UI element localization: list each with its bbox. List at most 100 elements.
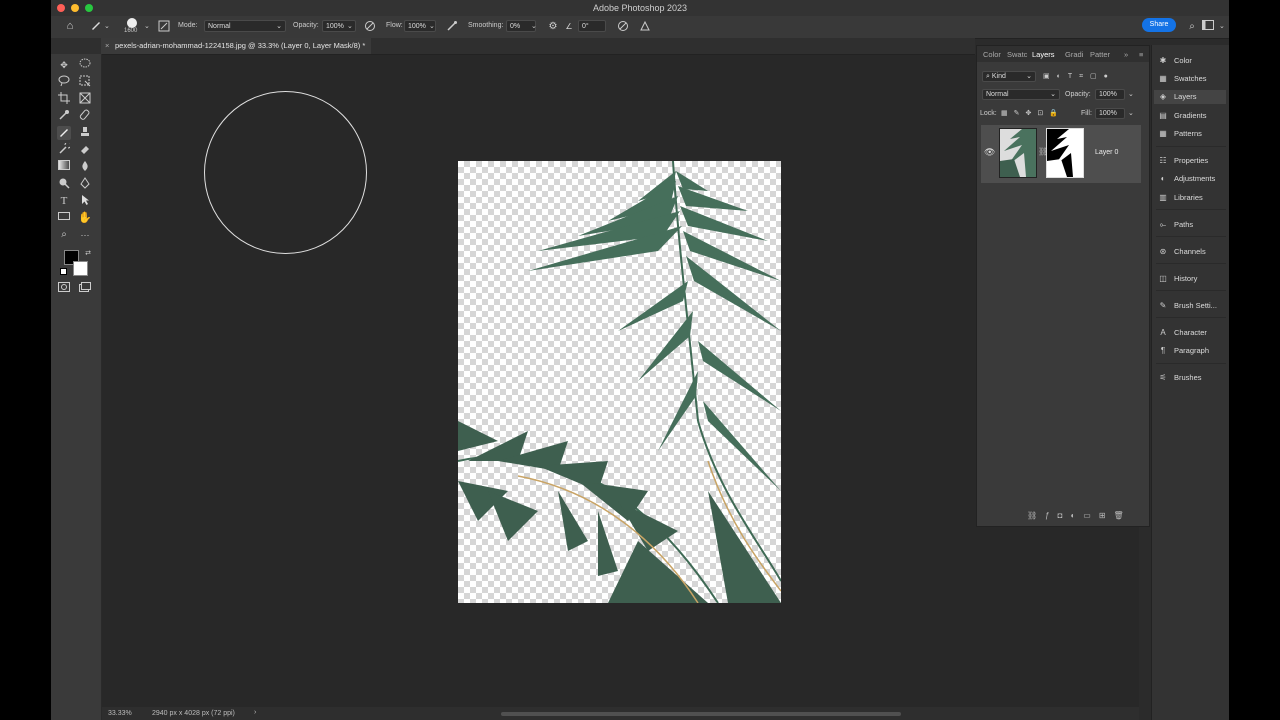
symmetry-icon[interactable] xyxy=(638,20,652,34)
gear-icon[interactable]: ⚙ xyxy=(546,20,560,34)
dodge-tool-icon[interactable] xyxy=(57,177,71,191)
dock-item-paths[interactable]: ⟜ Paths xyxy=(1158,218,1193,232)
character-icon: A xyxy=(1160,328,1166,337)
pressure-size-icon[interactable] xyxy=(616,20,630,34)
document-tab[interactable]: × pexels-adrian-mohammad-1224158.jpg @ 3… xyxy=(101,38,372,54)
history-icon: ◫ xyxy=(1159,274,1167,283)
chevron-down-icon[interactable]: ⌄ xyxy=(347,22,353,30)
angle-field[interactable]: 0° xyxy=(578,20,606,32)
chevron-down-icon[interactable]: ⌄ xyxy=(104,22,110,30)
app-title: Adobe Photoshop 2023 xyxy=(592,3,688,13)
default-colors-icon[interactable] xyxy=(60,268,67,275)
object-selection-tool-icon[interactable] xyxy=(78,75,92,89)
paragraph-icon: ¶ xyxy=(1160,346,1166,355)
panel-menu-icon[interactable]: ≡ xyxy=(1139,50,1143,59)
libraries-icon: ▥ xyxy=(1159,193,1167,202)
chevron-down-icon[interactable]: ⌄ xyxy=(144,22,150,30)
dock-item-properties[interactable]: ☷ Properties xyxy=(1158,154,1208,168)
document-canvas[interactable] xyxy=(458,161,781,603)
share-button[interactable]: Share xyxy=(1142,18,1176,32)
tab-patterns[interactable]: Patter xyxy=(1090,50,1110,59)
lasso-tool-icon[interactable] xyxy=(57,75,71,89)
fill-value: 100% xyxy=(1099,110,1117,117)
layer-row[interactable]: 👁 ⛓ Layer 0 xyxy=(981,125,1141,183)
dock-item-brush-settings[interactable]: ✎ Brush Setti... xyxy=(1158,299,1217,313)
pen-tool-icon[interactable] xyxy=(78,177,92,191)
dock-item-libraries[interactable]: ▥ Libraries xyxy=(1158,191,1203,205)
clone-stamp-tool-icon[interactable] xyxy=(78,126,92,140)
marquee-tool-icon[interactable] xyxy=(78,58,92,72)
tab-layers[interactable]: Layers xyxy=(1032,50,1055,59)
history-brush-tool-icon[interactable] xyxy=(57,141,72,157)
brush-preview-icon[interactable] xyxy=(127,18,137,28)
dock-item-patterns[interactable]: ▦ Patterns xyxy=(1158,127,1202,141)
blend-mode-select[interactable]: Normal ⌄ xyxy=(982,89,1060,100)
crop-tool-icon[interactable] xyxy=(57,92,71,106)
quick-mask-icon[interactable] xyxy=(57,282,71,296)
eyedropper-tool-icon[interactable] xyxy=(57,109,71,123)
dock-item-adjustments[interactable]: ◐ Adjustments xyxy=(1158,172,1216,186)
gradient-tool-icon[interactable] xyxy=(57,160,71,174)
dock-item-gradients[interactable]: ▤ Gradients xyxy=(1158,109,1206,123)
layer-thumbnail[interactable] xyxy=(999,128,1037,178)
chevron-down-icon[interactable]: ⌄ xyxy=(1128,109,1134,117)
search-icon[interactable]: ⌕ xyxy=(1185,20,1199,34)
dock-item-color[interactable]: ✱ Color xyxy=(1158,54,1192,68)
chevron-down-icon[interactable]: ⌄ xyxy=(531,22,537,30)
airbrush-icon[interactable] xyxy=(445,20,459,34)
type-tool-icon[interactable]: T xyxy=(57,194,71,208)
tab-color[interactable]: Color xyxy=(983,50,1001,59)
dock-item-character[interactable]: A Character xyxy=(1158,326,1207,340)
dock-item-brushes[interactable]: ⚟ Brushes xyxy=(1158,371,1201,385)
filter-kind-select[interactable]: ⌕ Kind ⌄ xyxy=(982,71,1036,82)
mode-select[interactable]: Normal ⌄ xyxy=(204,20,286,32)
zoom-tool-icon[interactable]: ⌕ xyxy=(57,228,71,242)
brush-tool-preset-icon[interactable] xyxy=(89,19,103,33)
dock-item-channels[interactable]: ⊛ Channels xyxy=(1158,245,1206,259)
home-icon[interactable]: ⌂ xyxy=(63,19,77,33)
lock-icons[interactable]: ▦✎✥⊡🔒 xyxy=(1001,109,1064,117)
hand-tool-icon[interactable]: ✋ xyxy=(78,211,92,225)
title-bar: Adobe Photoshop 2023 xyxy=(51,0,1229,17)
tab-gradients[interactable]: Gradi xyxy=(1065,50,1083,59)
chevron-right-icon[interactable]: › xyxy=(254,709,256,716)
horizontal-scrollbar[interactable] xyxy=(501,712,901,716)
chevron-down-icon[interactable]: ⌄ xyxy=(429,22,435,30)
zoom-level[interactable]: 33.33% xyxy=(108,710,132,717)
background-color-swatch[interactable] xyxy=(73,261,88,276)
layer-mask-thumbnail[interactable] xyxy=(1046,128,1084,178)
brush-tool-icon[interactable] xyxy=(57,126,71,140)
mode-value: Normal xyxy=(208,23,231,30)
frame-tool-icon[interactable] xyxy=(78,92,92,106)
screen-mode-icon[interactable] xyxy=(78,282,92,296)
filter-icons[interactable]: ▣◐T⌗▢● xyxy=(1043,72,1115,81)
path-selection-tool-icon[interactable] xyxy=(78,194,92,208)
layer-opacity-field[interactable]: 100% xyxy=(1095,89,1125,100)
double-chevron-right-icon[interactable]: » xyxy=(1124,50,1128,59)
move-tool-icon[interactable]: ✥ xyxy=(57,58,71,72)
chevron-down-icon[interactable]: ⌄ xyxy=(1128,90,1134,98)
close-icon[interactable]: × xyxy=(105,38,109,54)
smoothing-label: Smoothing: xyxy=(468,22,504,29)
brush-settings-icon[interactable] xyxy=(157,20,171,34)
opacity-label: Opacity: xyxy=(293,22,319,29)
pressure-opacity-icon[interactable] xyxy=(363,20,377,34)
layer-name[interactable]: Layer 0 xyxy=(1095,149,1118,156)
rectangle-tool-icon[interactable] xyxy=(57,211,71,225)
dock-item-history[interactable]: ◫ History xyxy=(1158,272,1197,286)
fill-field[interactable]: 100% xyxy=(1095,108,1125,119)
healing-brush-tool-icon[interactable] xyxy=(78,109,92,123)
blur-tool-icon[interactable] xyxy=(78,160,92,174)
divider xyxy=(1156,263,1226,264)
workspace-icon[interactable] xyxy=(1201,20,1215,34)
eye-icon[interactable]: 👁 xyxy=(984,147,995,158)
eraser-tool-icon[interactable] xyxy=(78,143,92,157)
dock-item-swatches[interactable]: ▦ Swatches xyxy=(1158,72,1206,86)
swap-colors-icon[interactable]: ⇄ xyxy=(81,247,95,261)
tab-swatches[interactable]: Swatc xyxy=(1007,50,1027,59)
dock-item-paragraph[interactable]: ¶ Paragraph xyxy=(1158,344,1209,358)
layer-actions-bar[interactable]: ⛓ƒ◘◐▭⊞🗑 xyxy=(1027,511,1132,520)
chevron-down-icon[interactable]: ⌄ xyxy=(1219,22,1225,30)
dock-item-layers[interactable]: ◈ Layers xyxy=(1154,90,1226,104)
more-tools-icon[interactable]: ··· xyxy=(78,228,92,242)
